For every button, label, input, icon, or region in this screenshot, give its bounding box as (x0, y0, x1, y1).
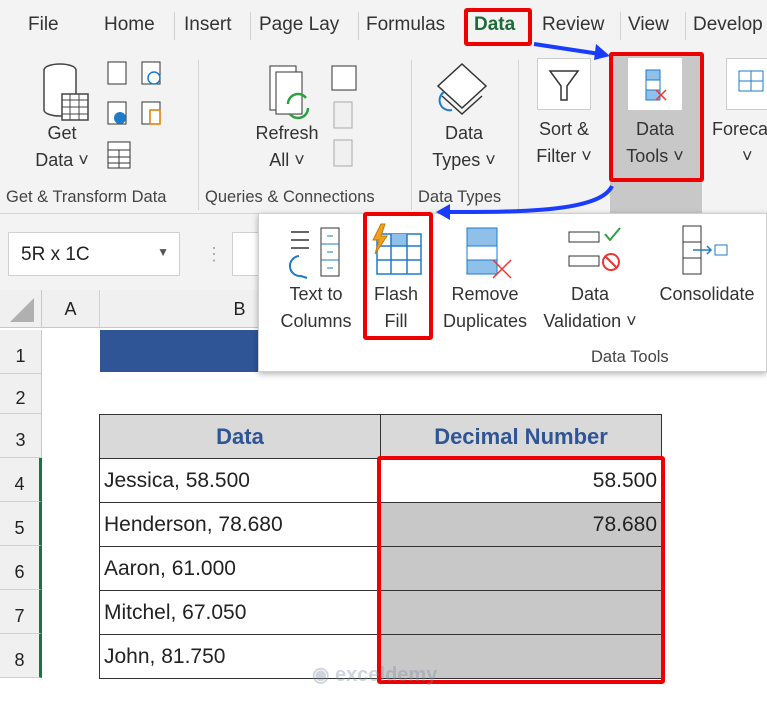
dropdown-arrow-icon[interactable]: ▼ (157, 245, 169, 259)
cell-data[interactable]: Mitchel, 67.050 (99, 590, 381, 635)
exceldemy-watermark: ◉ exceldemy (312, 664, 438, 686)
remove-duplicates-button[interactable]: Remove Duplicates (435, 281, 535, 335)
annotation-arrows (436, 42, 614, 220)
row-header-7[interactable]: 7 (0, 590, 42, 634)
consolidate-button[interactable]: Consolidate (651, 281, 763, 308)
data-validation-button[interactable]: Data Validation ˅ (537, 281, 643, 335)
column-header-a[interactable]: A (42, 290, 100, 328)
row-header-6[interactable]: 6 (0, 546, 42, 590)
row-header-8[interactable]: 8 (0, 634, 42, 678)
text-to-columns-button[interactable]: Text to Columns (269, 281, 363, 335)
row-header-5[interactable]: 5 (0, 502, 42, 546)
row-header-2[interactable]: 2 (0, 374, 42, 414)
cell-data[interactable]: Jessica, 58.500 (99, 458, 381, 503)
row-header-3[interactable]: 3 (0, 414, 42, 458)
header-decimal-number[interactable]: Decimal Number (380, 414, 662, 459)
cell-data[interactable]: Aaron, 61.000 (99, 546, 381, 591)
formula-bar-divider: ⋮ (205, 244, 223, 264)
row-header-1[interactable]: 1 (0, 330, 42, 374)
select-all-corner[interactable] (0, 290, 42, 328)
row-header-4[interactable]: 4 (0, 458, 42, 502)
header-data[interactable]: Data (99, 414, 381, 459)
group-data-tools: Data Tools (591, 348, 669, 366)
cell-data[interactable]: Henderson, 78.680 (99, 502, 381, 547)
